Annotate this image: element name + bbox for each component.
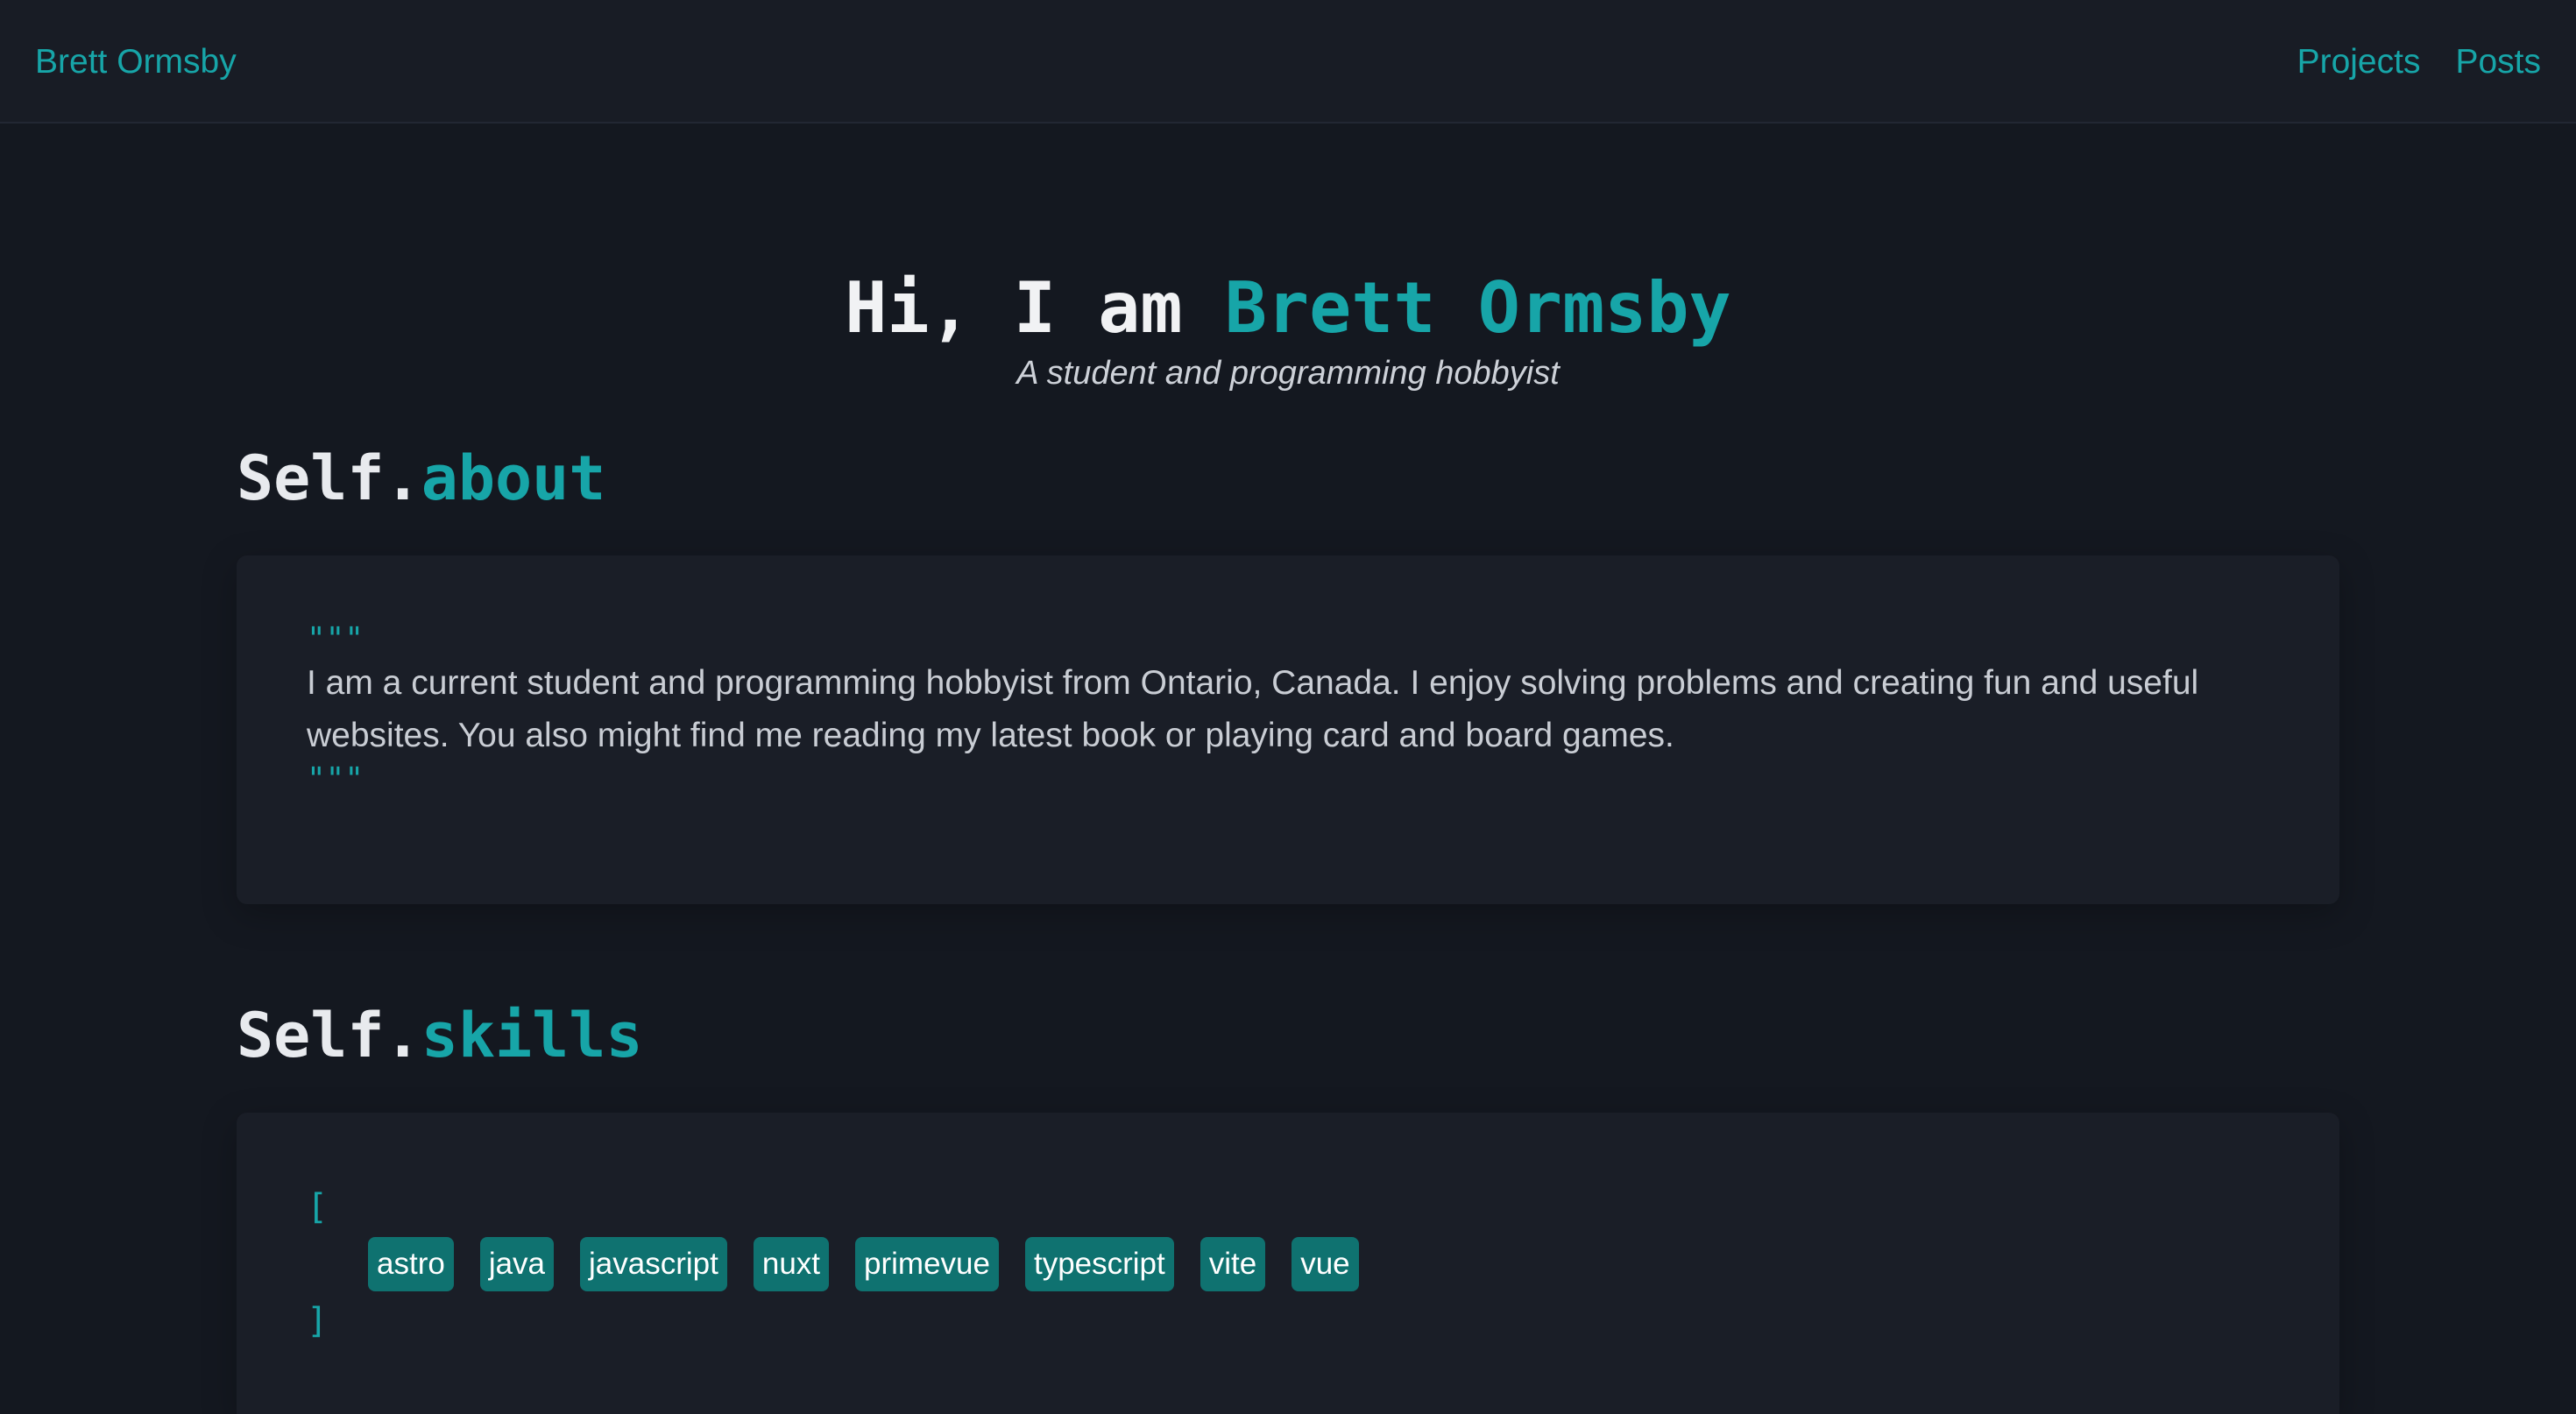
about-heading: Self.about <box>237 439 605 518</box>
about-heading-key: about <box>421 442 606 514</box>
skill-tag[interactable]: javascript <box>580 1237 727 1291</box>
skill-tag[interactable]: nuxt <box>753 1237 830 1291</box>
skill-tag[interactable]: vue <box>1292 1237 1359 1291</box>
hero-greeting: Hi, I am <box>845 267 1225 349</box>
skills-heading: Self.skills <box>237 996 643 1075</box>
top-navbar: Brett Ormsby Projects Posts <box>0 0 2576 124</box>
skills-card: [ astro java javascript nuxt primevue ty… <box>237 1113 2339 1414</box>
about-quote-close: """ <box>307 761 364 797</box>
brand-link[interactable]: Brett Ormsby <box>35 39 237 85</box>
skill-tag[interactable]: astro <box>368 1237 454 1291</box>
skills-heading-key: skills <box>421 1000 643 1071</box>
about-heading-prefix: Self. <box>237 442 421 514</box>
hero-title: Hi, I am Brett Ormsby <box>0 263 2576 354</box>
skill-tag[interactable]: primevue <box>855 1237 999 1291</box>
skills-bracket-open: [ <box>307 1187 329 1227</box>
skills-heading-prefix: Self. <box>237 1000 421 1071</box>
skills-bracket-close: ] <box>307 1301 329 1341</box>
skill-tag[interactable]: vite <box>1200 1237 1266 1291</box>
nav-link-posts[interactable]: Posts <box>2455 39 2541 85</box>
skill-tag[interactable]: java <box>479 1237 555 1291</box>
nav-link-projects[interactable]: Projects <box>2297 39 2421 85</box>
nav-links: Projects Posts <box>2297 39 2541 85</box>
hero-name: Brett Ormsby <box>1224 267 1731 349</box>
about-quote-open: """ <box>307 621 364 657</box>
hero: Hi, I am Brett Ormsby A student and prog… <box>0 263 2576 396</box>
skill-tag[interactable]: typescript <box>1024 1237 1174 1291</box>
hero-subtitle: A student and programming hobbyist <box>1016 355 1560 392</box>
skills-tag-list: astro java javascript nuxt primevue type… <box>368 1237 2269 1291</box>
about-card: """ I am a current student and programmi… <box>237 555 2339 904</box>
about-text: I am a current student and programming h… <box>307 664 2199 754</box>
